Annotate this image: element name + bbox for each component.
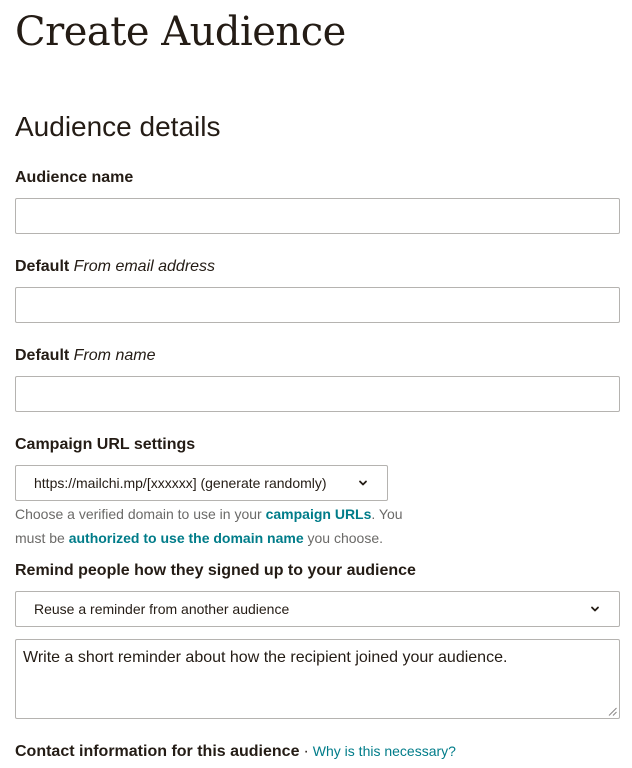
reminder-label: Remind people how they signed up to your…: [15, 562, 416, 579]
resize-grip-icon[interactable]: [608, 707, 617, 716]
audience-name-label: Audience name: [15, 169, 134, 186]
help-text-suffix: you choose.: [303, 530, 384, 546]
from-email-input[interactable]: [15, 287, 620, 323]
contact-separator: ·: [303, 743, 309, 760]
chevron-down-icon: [359, 480, 367, 486]
campaign-url-selected-value: https://mailchi.mp/[xxxxxx] (generate ra…: [34, 475, 327, 491]
from-name-input[interactable]: [15, 376, 620, 412]
from-name-label: Default From name: [15, 346, 155, 366]
from-email-label-prefix: Default: [15, 258, 74, 275]
help-text-prefix: Choose a verified domain to use in your: [15, 506, 266, 522]
from-name-label-italic: From name: [73, 347, 156, 364]
section-title: Audience details: [15, 111, 221, 142]
page-title: Create Audience: [15, 9, 346, 55]
authorized-domain-link[interactable]: authorized to use the domain name: [69, 530, 304, 546]
from-email-label-italic: From email address: [73, 258, 216, 275]
from-name-label-prefix: Default: [15, 347, 74, 364]
contact-info-label: Contact information for this audience: [15, 743, 300, 760]
reminder-selected-value: Reuse a reminder from another audience: [34, 601, 290, 617]
reminder-textarea[interactable]: Write a short reminder about how the rec…: [15, 639, 620, 719]
reminder-select[interactable]: Reuse a reminder from another audience: [15, 591, 620, 627]
why-necessary-link[interactable]: Why is this necessary?: [313, 743, 456, 759]
from-email-label: Default From email address: [15, 257, 215, 277]
contact-info-row: Contact information for this audience · Wh…: [15, 741, 456, 762]
reminder-textarea-text: Write a short reminder about how the rec…: [23, 649, 508, 666]
campaign-url-label: Campaign URL settings: [15, 436, 196, 453]
chevron-down-icon: [591, 606, 599, 612]
campaign-url-select[interactable]: https://mailchi.mp/[xxxxxx] (generate ra…: [15, 465, 388, 501]
audience-name-input[interactable]: [15, 198, 620, 234]
campaign-url-help: Choose a verified domain to use in your …: [15, 502, 435, 550]
campaign-urls-link[interactable]: campaign URLs: [266, 506, 372, 522]
